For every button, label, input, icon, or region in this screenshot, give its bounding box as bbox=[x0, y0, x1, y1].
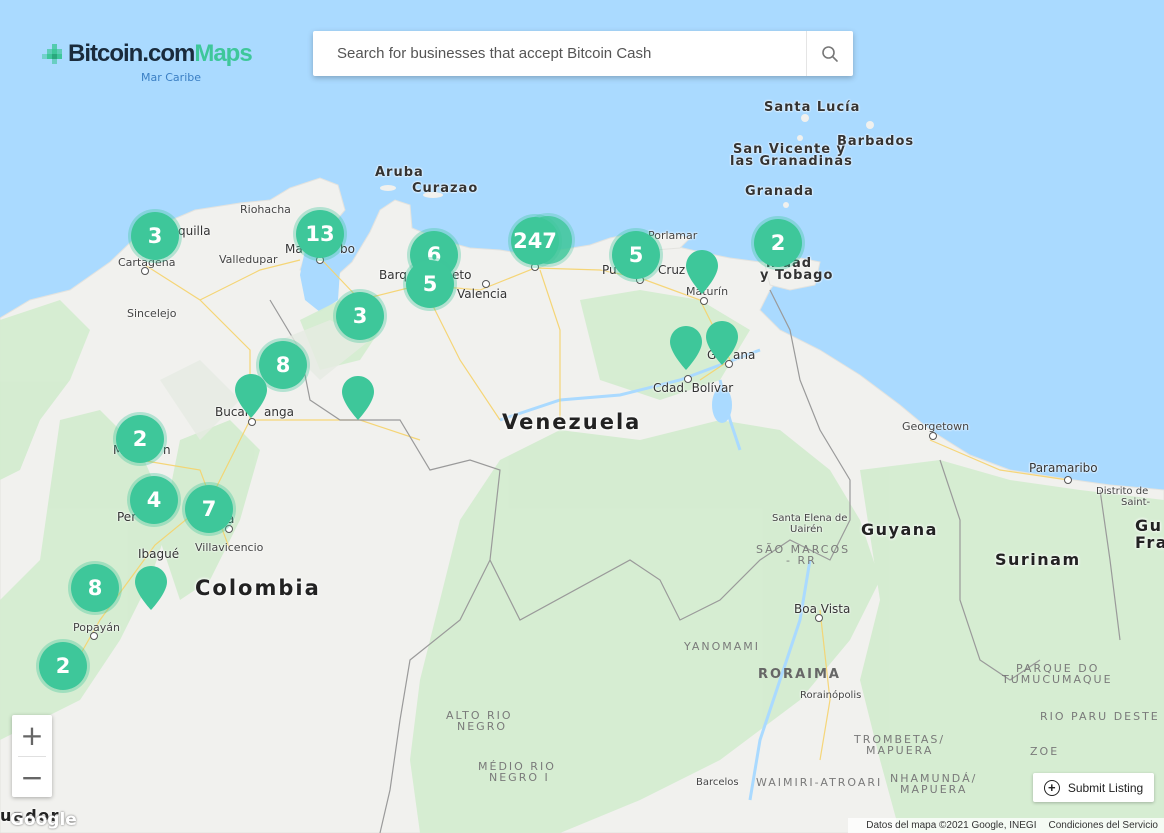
terms-link[interactable]: Condiciones del Servicio bbox=[1048, 820, 1158, 831]
label-riohacha: Riohacha bbox=[240, 203, 291, 216]
search-button[interactable] bbox=[806, 31, 853, 76]
cluster-cartagena[interactable]: 3 bbox=[131, 212, 179, 260]
cluster-pasto[interactable]: 2 bbox=[39, 642, 87, 690]
cluster-cali[interactable]: 8 bbox=[71, 564, 119, 612]
label-sincelejo: Sincelejo bbox=[127, 307, 177, 320]
label-barcelos: Barcelos bbox=[696, 777, 739, 788]
label-guiana-partial-2: Fra bbox=[1135, 533, 1164, 552]
label-ibague: Ibagué bbox=[138, 547, 180, 561]
map-pin[interactable] bbox=[235, 374, 267, 418]
city-dot bbox=[225, 525, 233, 533]
label-curazao: Curazao bbox=[412, 181, 479, 196]
label-valencia: Valencia bbox=[457, 287, 508, 301]
label-tumucumaque-2: TUMUCUMAQUE bbox=[1002, 673, 1113, 686]
label-rio-paru: RIO PARU DESTE bbox=[1040, 710, 1160, 723]
plus-circle-icon: + bbox=[1043, 779, 1060, 796]
label-trinidad-2: y Tobago bbox=[760, 268, 834, 283]
label-maracaibo-b: bo bbox=[340, 242, 355, 256]
label-medellin-b: n bbox=[163, 443, 171, 457]
city-dot bbox=[1064, 476, 1072, 484]
search-icon bbox=[822, 45, 838, 62]
city-dot bbox=[684, 375, 692, 383]
label-medio-rio-negro-2: NEGRO I bbox=[489, 771, 550, 784]
cluster-pereira[interactable]: 4 bbox=[130, 476, 178, 524]
attribution-text: Datos del mapa ©2021 Google, INEGI bbox=[866, 820, 1037, 831]
label-valledupar: Valledupar bbox=[219, 253, 278, 266]
cluster-trinidad[interactable]: 2 bbox=[754, 219, 802, 267]
label-rorainopolis: Rorainópolis bbox=[800, 690, 862, 701]
cluster-trujillo[interactable]: 3 bbox=[336, 292, 384, 340]
label-venezuela: Venezuela bbox=[502, 410, 642, 434]
cluster-bogota[interactable]: 7 bbox=[185, 485, 233, 533]
search-bar bbox=[313, 31, 853, 76]
label-alto-rio-negro-2: NEGRO bbox=[457, 720, 508, 733]
label-barquisimeto-b: eto bbox=[452, 268, 472, 282]
label-yanomami: YANOMAMI bbox=[684, 640, 761, 653]
label-granada: Granada bbox=[745, 184, 814, 199]
cluster-maracaibo[interactable]: 13 bbox=[296, 210, 344, 258]
label-roraima: RORAIMA bbox=[758, 667, 841, 682]
label-distrito: Distrito de bbox=[1096, 486, 1149, 497]
label-paramaribo: Paramaribo bbox=[1029, 461, 1098, 475]
label-trombetas-2: MAPUERA bbox=[866, 744, 934, 757]
label-aruba: Aruba bbox=[375, 165, 424, 180]
sea-label: Mar Caribe bbox=[141, 71, 202, 84]
label-surinam: Surinam bbox=[995, 550, 1081, 569]
bitcoin-com-maps-logo[interactable]: Bitcoin.comMaps bbox=[42, 40, 253, 68]
label-granadinas: las Granadinas bbox=[730, 154, 853, 169]
zoom-control: + − bbox=[12, 715, 52, 797]
label-cdad-bolivar: Cdad. Bolívar bbox=[653, 381, 734, 395]
map-pin[interactable] bbox=[670, 326, 702, 370]
cluster-medellin[interactable]: 2 bbox=[116, 415, 164, 463]
map-pin[interactable] bbox=[135, 566, 167, 610]
submit-listing-label: Submit Listing bbox=[1067, 780, 1144, 795]
google-logo: Google bbox=[10, 810, 77, 830]
search-input[interactable] bbox=[313, 31, 806, 76]
cluster-barquisimeto[interactable]: 5 bbox=[406, 260, 454, 308]
logo-mark-icon bbox=[42, 43, 64, 65]
label-nhamunda-2: MAPUERA bbox=[900, 783, 968, 796]
label-santa-elena-1: Santa Elena de bbox=[772, 513, 848, 524]
label-waimiri: WAIMIRI-ATROARI bbox=[756, 776, 883, 789]
label-barbados: Barbados bbox=[837, 134, 915, 149]
map-pin[interactable] bbox=[706, 321, 738, 365]
label-santa-elena-2: Uairén bbox=[790, 524, 823, 535]
city-dot bbox=[700, 297, 708, 305]
city-dot bbox=[482, 280, 490, 288]
city-dot bbox=[248, 418, 256, 426]
map-attribution: Datos del mapa ©2021 Google, INEGI Condi… bbox=[848, 818, 1164, 833]
city-dot bbox=[90, 632, 98, 640]
label-boa-vista: Boa Vista bbox=[794, 602, 851, 616]
label-zoe: ZOE bbox=[1030, 745, 1060, 758]
zoom-in-button[interactable]: + bbox=[12, 715, 52, 756]
label-puerto-cruz-b: Cruz bbox=[658, 263, 686, 277]
logo-text-bitcoin: Bitcoin.com bbox=[68, 40, 195, 67]
map-pin[interactable] bbox=[686, 250, 718, 294]
logo-text: Bitcoin.comMaps bbox=[68, 40, 253, 68]
logo-text-maps: Maps bbox=[194, 40, 252, 67]
city-dot bbox=[929, 432, 937, 440]
city-dot bbox=[141, 267, 149, 275]
label-guyana: Guyana bbox=[861, 520, 938, 539]
label-saint: Saint- bbox=[1121, 497, 1151, 508]
map-pin[interactable] bbox=[342, 376, 374, 420]
label-quilla: quilla bbox=[178, 224, 211, 238]
label-sao-marcos-2: - RR bbox=[786, 554, 817, 567]
submit-listing-button[interactable]: + Submit Listing bbox=[1033, 773, 1154, 802]
label-santa-lucia: Santa Lucía bbox=[764, 100, 861, 115]
label-barquisimeto-a: Barq bbox=[379, 268, 407, 282]
label-georgetown: Georgetown bbox=[902, 420, 970, 433]
city-dot bbox=[815, 614, 823, 622]
label-bucaramanga-b: anga bbox=[264, 405, 294, 419]
zoom-out-button[interactable]: − bbox=[12, 757, 52, 798]
cluster-puerto-la-cruz[interactable]: 5 bbox=[612, 231, 660, 279]
label-colombia: Colombia bbox=[195, 576, 321, 600]
cluster-caracas[interactable]: 247 bbox=[511, 217, 559, 265]
label-villavicencio: Villavicencio bbox=[195, 541, 264, 554]
